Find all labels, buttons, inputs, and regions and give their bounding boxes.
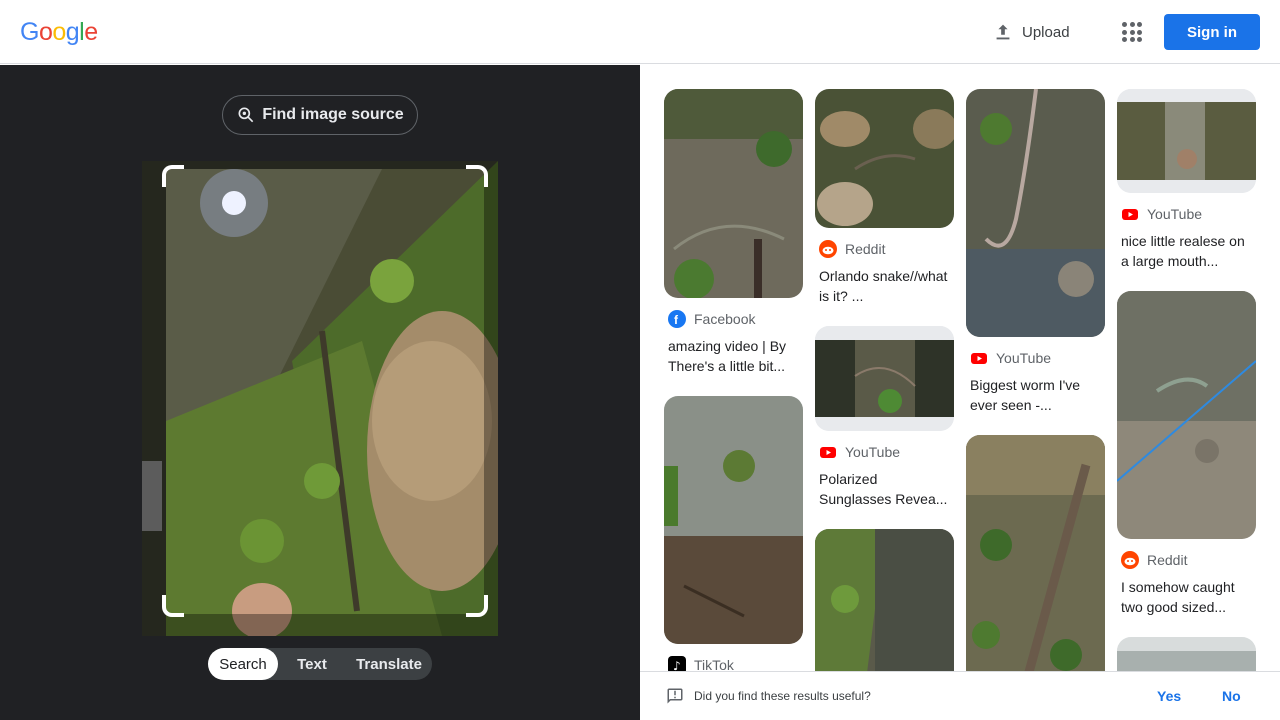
result-card[interactable] [815,529,954,671]
result-thumbnail[interactable] [664,89,803,298]
feedback-bar: Did you find these results useful? Yes N… [640,671,1280,720]
upload-icon [996,24,1010,40]
results-column-3: YouTube Biggest worm I've ever seen -... [966,89,1105,671]
svg-text:♪: ♪ [673,659,681,671]
result-card[interactable]: Reddit I somehow caught two good sized..… [1117,291,1256,617]
sign-in-button[interactable]: Sign in [1164,14,1260,50]
tab-text[interactable]: Text [278,648,346,680]
upload-button[interactable]: Upload [992,20,1070,44]
results-column-4: YouTube nice little realese on a large m… [1117,89,1256,671]
result-card[interactable] [1117,637,1256,671]
header: Google Upload Sign in [0,0,1280,64]
feedback-icon [667,688,683,704]
crop-handle-top-right[interactable] [466,165,488,187]
lens-search-icon [238,107,254,123]
results-column-2: Reddit Orlando snake//what is it? ... Yo… [815,89,954,671]
result-card[interactable]: YouTube Polarized Sunglasses Revea... [815,326,954,509]
facebook-icon: f [668,310,686,328]
youtube-icon [819,443,837,461]
result-title[interactable]: amazing video | By There's a little bit.… [668,336,799,376]
youtube-icon [970,349,988,367]
tab-search[interactable]: Search [208,648,278,680]
result-source: Reddit [819,240,950,258]
tab-translate[interactable]: Translate [346,648,432,680]
result-source: YouTube [1121,205,1252,223]
result-thumbnail[interactable] [966,435,1105,671]
visual-matches-panel: f Facebook amazing video | By There's a … [640,65,1280,671]
results-column-1: f Facebook amazing video | By There's a … [664,89,803,671]
feedback-yes-button[interactable]: Yes [1157,688,1181,704]
result-source: YouTube [819,443,950,461]
tiktok-icon: ♪ [668,656,686,671]
apps-grid-icon[interactable] [1120,20,1144,44]
result-thumbnail[interactable] [1117,637,1256,671]
lens-mode-tabs: Search Text Translate [208,648,432,680]
result-card[interactable]: Reddit Orlando snake//what is it? ... [815,89,954,306]
query-image[interactable] [142,161,498,636]
result-card[interactable]: ♪ TikTok [664,396,803,671]
find-source-label: Find image source [262,106,404,123]
google-logo[interactable]: Google [20,18,98,47]
result-card[interactable]: YouTube nice little realese on a large m… [1117,89,1256,271]
reddit-icon [819,240,837,258]
feedback-no-button[interactable]: No [1222,688,1241,704]
crop-handle-bottom-right[interactable] [466,595,488,617]
result-title[interactable]: Orlando snake//what is it? ... [819,266,950,306]
result-source: ♪ TikTok [668,656,799,671]
result-thumbnail[interactable] [1117,291,1256,539]
result-title[interactable]: Polarized Sunglasses Revea... [819,469,950,509]
result-title[interactable]: nice little realese on a large mouth... [1121,231,1252,271]
feedback-question: Did you find these results useful? [694,689,871,703]
reddit-icon [1121,551,1139,569]
crop-handle-top-left[interactable] [162,165,184,187]
result-thumbnail[interactable] [1117,89,1256,193]
result-card[interactable] [966,435,1105,671]
lens-query-panel: Find image source Search Text Translate [0,65,640,720]
result-title[interactable]: I somehow caught two good sized... [1121,577,1252,617]
result-thumbnail[interactable] [664,396,803,644]
result-thumbnail[interactable] [815,529,954,671]
result-card[interactable]: YouTube Biggest worm I've ever seen -... [966,89,1105,415]
result-thumbnail[interactable] [815,326,954,431]
result-source: f Facebook [668,310,799,328]
crop-handle-bottom-left[interactable] [162,595,184,617]
result-source: YouTube [970,349,1101,367]
result-title[interactable]: Biggest worm I've ever seen -... [970,375,1101,415]
result-card[interactable]: f Facebook amazing video | By There's a … [664,89,803,376]
result-thumbnail[interactable] [815,89,954,228]
result-thumbnail[interactable] [966,89,1105,337]
upload-label: Upload [1022,23,1070,41]
find-image-source-button[interactable]: Find image source [222,95,418,135]
youtube-icon [1121,205,1139,223]
result-source: Reddit [1121,551,1252,569]
